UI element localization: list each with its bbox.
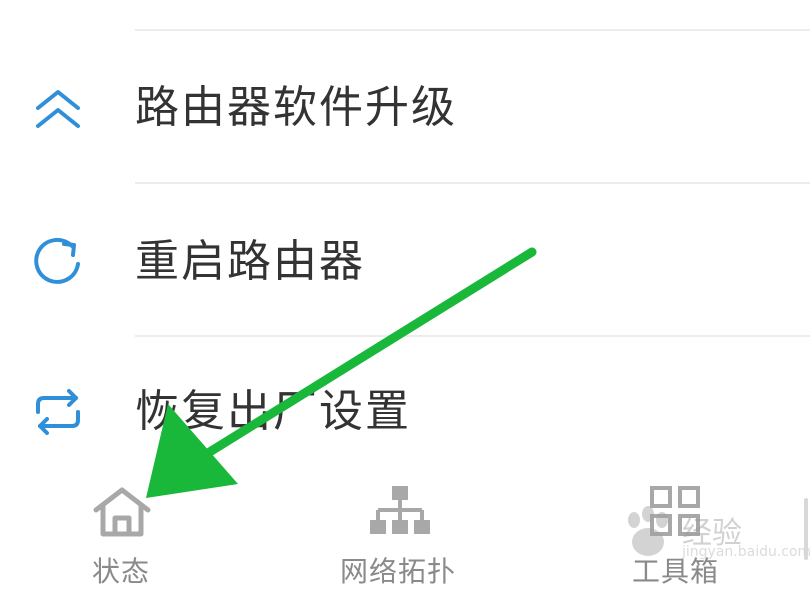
divider <box>135 29 810 31</box>
paw-logo-icon <box>628 506 668 556</box>
menu-item-firmware-upgrade[interactable]: 路由器软件升级 <box>0 48 810 168</box>
router-app-screen: 路由器软件升级 重启路由器 恢复出厂设置 状态 网络拓扑 工具箱 经验 jing… <box>0 0 810 591</box>
menu-item-factory-reset[interactable]: 恢复出厂设置 <box>0 352 810 472</box>
home-icon <box>93 487 151 537</box>
menu-item-restart-router[interactable]: 重启路由器 <box>0 202 810 322</box>
edge-indicator <box>804 498 808 560</box>
swap-arrows-icon <box>36 389 80 435</box>
menu-item-label: 路由器软件升级 <box>135 82 457 133</box>
network-topology-icon <box>370 486 430 534</box>
watermark-subtext: jingyan.baidu.com <box>682 544 810 560</box>
tab-label: 状态 <box>92 555 151 588</box>
menu-item-label: 重启路由器 <box>135 236 365 287</box>
divider <box>135 335 810 337</box>
refresh-icon <box>34 237 80 284</box>
baidu-jingyan-watermark: 经验 jingyan.baidu.com <box>618 500 810 570</box>
tab-status[interactable]: 状态 <box>60 470 190 591</box>
tab-label: 网络拓扑 <box>340 555 457 588</box>
divider <box>135 182 810 184</box>
tab-network-topology[interactable]: 网络拓扑 <box>320 470 480 591</box>
menu-item-label: 恢复出厂设置 <box>135 386 411 437</box>
double-chevron-up-icon <box>36 90 80 128</box>
